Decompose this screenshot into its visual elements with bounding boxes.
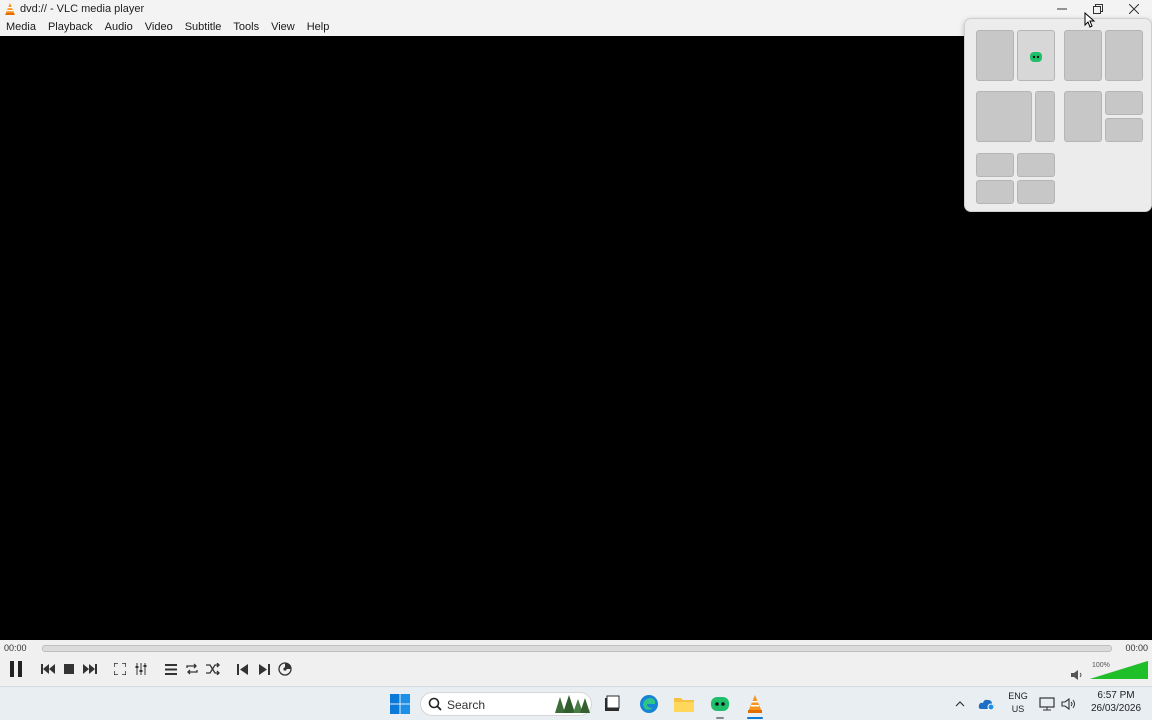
- forest-highlight-icon: [555, 695, 590, 713]
- vlc-logo-icon: [5, 3, 15, 15]
- folder-icon: [674, 698, 694, 712]
- edge-browser-icon: [640, 695, 658, 713]
- pause-button[interactable]: [6, 659, 26, 679]
- skip-back-icon: [237, 663, 248, 675]
- network-icon: [1039, 697, 1055, 711]
- menu-audio[interactable]: Audio: [99, 18, 139, 36]
- next-title-button[interactable]: [255, 660, 273, 678]
- stop-icon: [64, 664, 74, 674]
- snap-zone-half-right[interactable]: [1017, 30, 1055, 81]
- close-icon: [1129, 4, 1139, 14]
- volume-slider[interactable]: [1090, 661, 1148, 679]
- equalizer-icon: [135, 663, 147, 675]
- menu-media[interactable]: Media: [0, 18, 42, 36]
- previous-chapter-button[interactable]: [39, 660, 57, 678]
- playlist-icon: [165, 663, 177, 675]
- snap-zone-left-column[interactable]: [1064, 91, 1102, 142]
- elapsed-time: 00:00: [4, 643, 27, 653]
- fullscreen-button[interactable]: [111, 660, 129, 678]
- clock-date[interactable]: 26/03/2026: [1084, 703, 1148, 714]
- network-status-button[interactable]: [1036, 692, 1058, 716]
- snap-zone-two-thirds-left[interactable]: [976, 91, 1032, 142]
- chevron-up-icon: [955, 701, 965, 707]
- loop-button[interactable]: [183, 660, 201, 678]
- window-controls: [1044, 0, 1152, 18]
- cloud-sync-icon: [978, 699, 995, 711]
- taskbar-vlc-app[interactable]: [743, 692, 767, 716]
- disc-menu-button[interactable]: [276, 660, 294, 678]
- search-label: Search: [447, 698, 486, 712]
- snap-zone-quad-top-right[interactable]: [1017, 153, 1055, 177]
- notebook-icon: [605, 695, 620, 711]
- extended-settings-button[interactable]: [132, 660, 150, 678]
- show-hidden-icons-button[interactable]: [950, 692, 970, 716]
- minimize-button[interactable]: [1044, 0, 1080, 18]
- snap-zone-wide-right[interactable]: [1105, 30, 1143, 81]
- windows-logo-icon: [390, 694, 410, 714]
- taskbar-app-green[interactable]: [708, 692, 732, 716]
- close-button[interactable]: [1116, 0, 1152, 18]
- clock-time[interactable]: 6:57 PM: [1084, 690, 1148, 701]
- menu-video[interactable]: Video: [139, 18, 179, 36]
- taskbar-file-explorer[interactable]: [672, 692, 696, 716]
- snap-zone-one-third-right[interactable]: [1035, 91, 1055, 142]
- region-indicator[interactable]: US: [1006, 704, 1030, 714]
- menu-view[interactable]: View: [265, 18, 301, 36]
- shuffle-icon: [206, 663, 220, 675]
- total-time: 00:00: [1125, 643, 1148, 653]
- next-chapter-button[interactable]: [81, 660, 99, 678]
- fullscreen-icon: [114, 663, 126, 675]
- speaker-icon[interactable]: [1071, 669, 1083, 681]
- taskbar-terminal-app[interactable]: [600, 692, 624, 716]
- snap-layouts-flyout: [964, 18, 1152, 212]
- active-app-indicator: [747, 717, 763, 719]
- vlc-cone-icon: [748, 695, 762, 713]
- title-bar: dvd:// - VLC media player: [0, 0, 1152, 18]
- app-icon: [1030, 52, 1042, 62]
- minimize-icon: [1057, 8, 1067, 10]
- seek-slider[interactable]: [42, 645, 1112, 652]
- previous-icon: [41, 664, 55, 674]
- snap-zone-quad-bottom-right[interactable]: [1017, 180, 1055, 204]
- chat-app-icon: [711, 697, 729, 711]
- disc-menu-icon: [278, 662, 292, 676]
- previous-title-button[interactable]: [234, 660, 252, 678]
- pause-icon: [10, 661, 22, 677]
- playlist-button[interactable]: [162, 660, 180, 678]
- snap-zone-half-left[interactable]: [976, 30, 1014, 81]
- skip-forward-icon: [259, 663, 270, 675]
- menu-tools[interactable]: Tools: [227, 18, 265, 36]
- mouse-cursor-icon: [1084, 12, 1096, 28]
- taskbar: Search ENG US 6:57 PM 26/03/2026: [0, 686, 1152, 720]
- player-controls: 00:00 00:00 100%: [0, 640, 1152, 686]
- speaker-tray-icon: [1061, 697, 1075, 711]
- running-indicator: [716, 717, 724, 719]
- start-button[interactable]: [388, 692, 412, 716]
- language-indicator[interactable]: ENG: [1006, 691, 1030, 701]
- menu-playback[interactable]: Playback: [42, 18, 99, 36]
- taskbar-search-box[interactable]: Search: [420, 692, 592, 716]
- shuffle-button[interactable]: [204, 660, 222, 678]
- menu-subtitle[interactable]: Subtitle: [179, 18, 228, 36]
- snap-zone-quad-top-left[interactable]: [976, 153, 1014, 177]
- loop-icon: [186, 663, 198, 675]
- snap-zone-quad-bottom-left[interactable]: [976, 180, 1014, 204]
- search-icon: [428, 697, 442, 711]
- snap-zone-top-right[interactable]: [1105, 91, 1143, 115]
- onedrive-status-button[interactable]: [975, 692, 999, 716]
- volume-status-button[interactable]: [1058, 692, 1080, 716]
- window-title: dvd:// - VLC media player: [20, 3, 145, 15]
- taskbar-edge-app[interactable]: [637, 692, 661, 716]
- menu-help[interactable]: Help: [301, 18, 336, 36]
- next-icon: [83, 664, 97, 674]
- stop-button[interactable]: [60, 660, 78, 678]
- snap-zone-wide-left[interactable]: [1064, 30, 1102, 81]
- snap-zone-bottom-right[interactable]: [1105, 118, 1143, 142]
